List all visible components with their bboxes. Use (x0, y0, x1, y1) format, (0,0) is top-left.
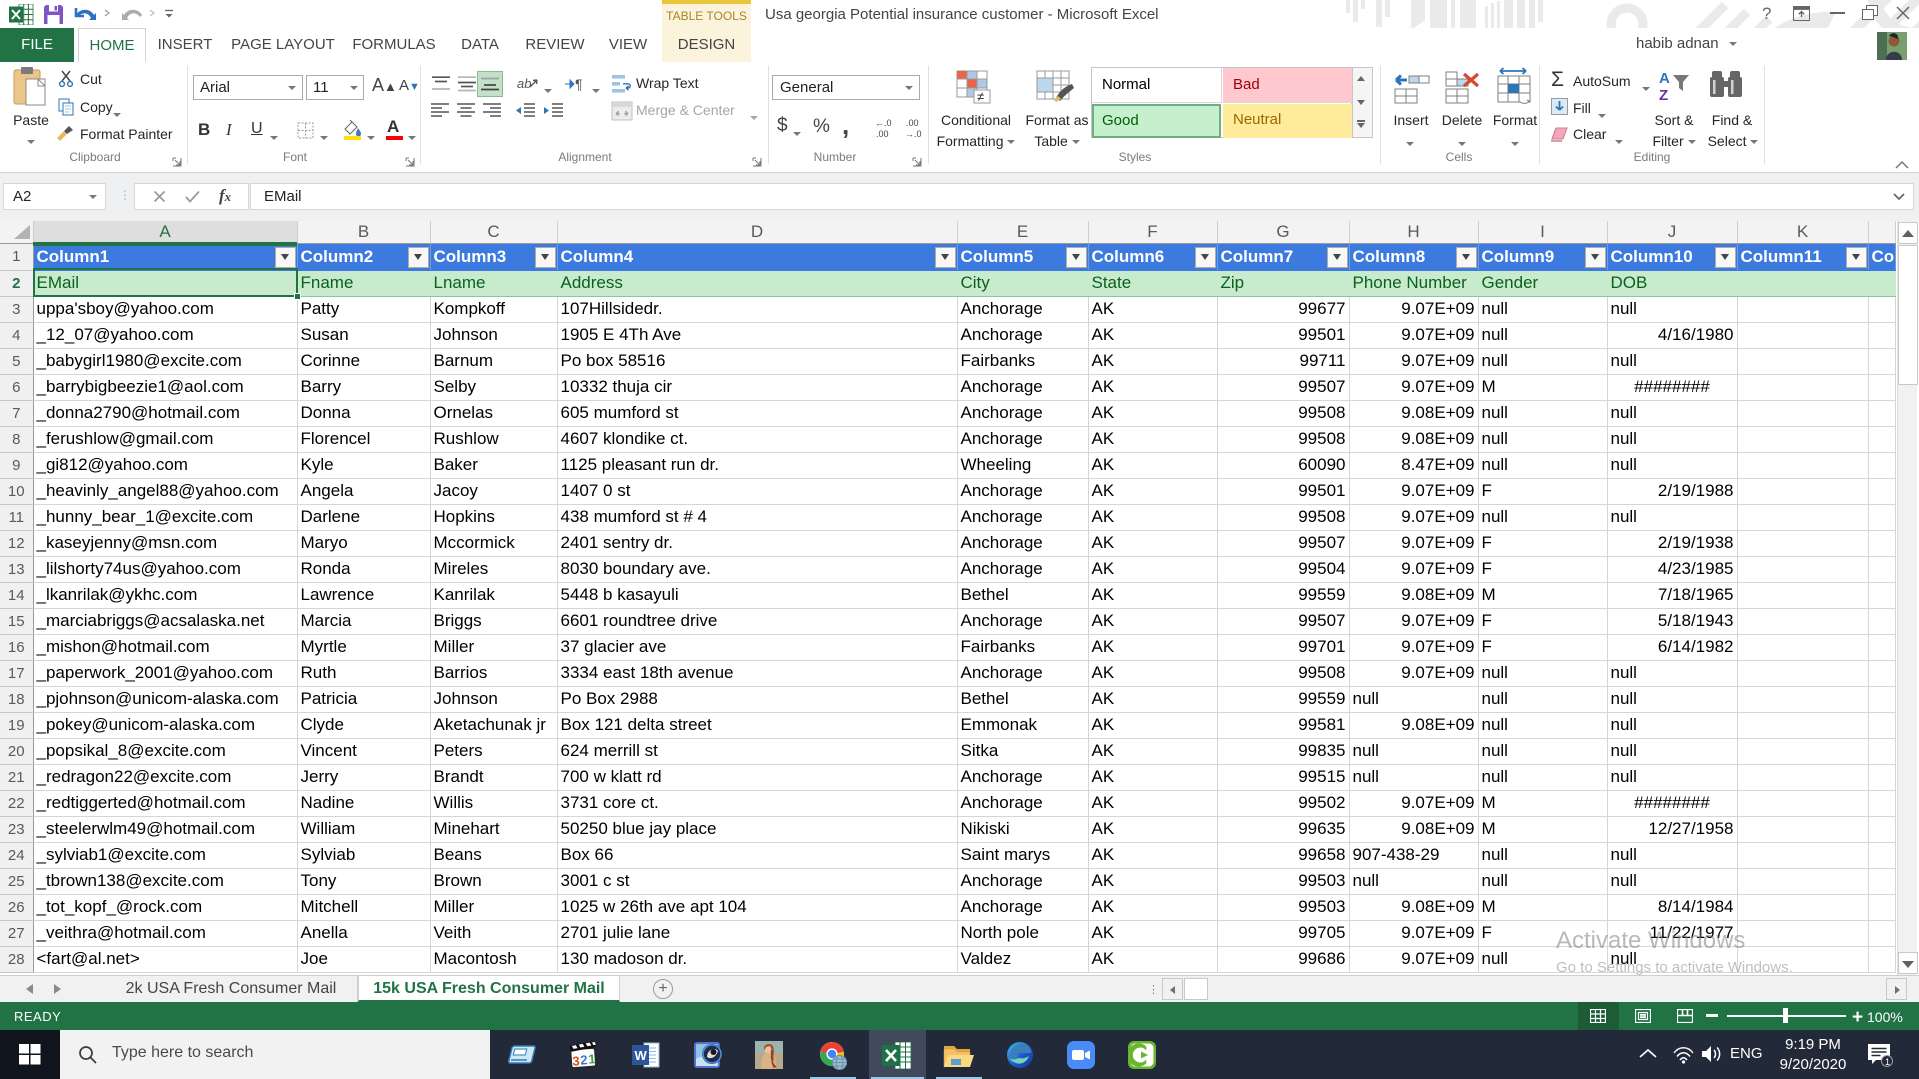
svg-text:2: 2 (580, 1052, 588, 1067)
svg-text:1: 1 (588, 1051, 596, 1066)
svg-text:.00: .00 (906, 118, 919, 128)
svg-text:A: A (1659, 70, 1670, 87)
svg-text:3: 3 (572, 1053, 580, 1068)
svg-text:1: 1 (1885, 1057, 1890, 1067)
svg-text:.00: .00 (876, 129, 889, 139)
svg-text:≠: ≠ (977, 89, 984, 104)
svg-text:→.0: →.0 (905, 129, 922, 139)
svg-text:W: W (635, 1048, 648, 1063)
svg-text:ab: ab (517, 76, 531, 91)
svg-text:Z: Z (1659, 87, 1668, 104)
svg-text:←.0: ←.0 (875, 118, 892, 128)
svg-text:¶: ¶ (575, 76, 583, 92)
